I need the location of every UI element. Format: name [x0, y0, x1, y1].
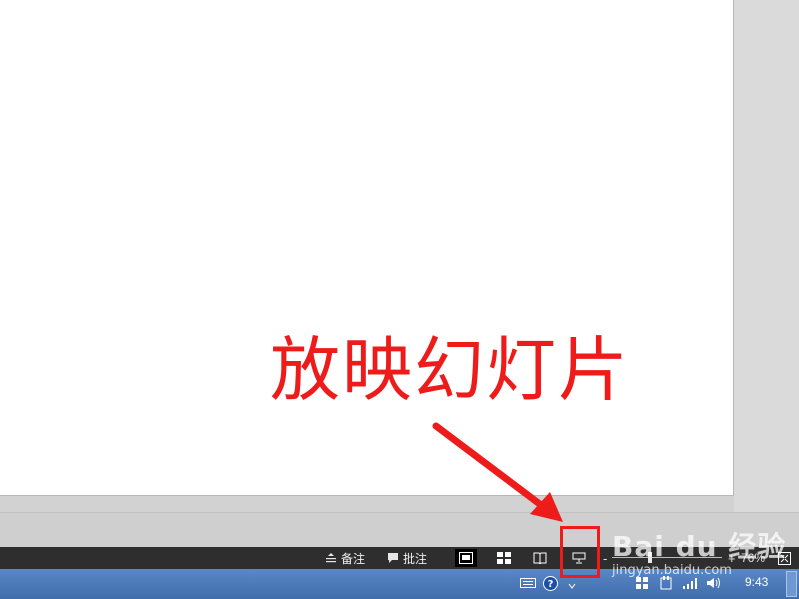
- slide-workspace: [0, 0, 799, 548]
- slide-sorter-view-button[interactable]: [493, 549, 515, 567]
- power-icon[interactable]: [658, 576, 674, 590]
- watermark-main: Bai du 经验: [612, 530, 787, 563]
- network-icon[interactable]: [682, 576, 698, 590]
- help-icon[interactable]: ?: [542, 575, 558, 591]
- zoom-out-button[interactable]: -: [603, 547, 607, 569]
- show-desktop-button[interactable]: [786, 571, 797, 597]
- reading-view-button[interactable]: [529, 549, 551, 567]
- baidu-watermark: Bai du 经验 jingyan.baidu.com: [612, 525, 786, 578]
- notes-icon: [326, 553, 336, 563]
- slide-canvas[interactable]: [0, 0, 734, 496]
- comments-icon: [388, 553, 398, 563]
- keyboard-icon[interactable]: [520, 576, 536, 590]
- expand-arrow-icon[interactable]: [564, 579, 580, 593]
- volume-icon[interactable]: [706, 576, 722, 590]
- reading-view-icon: [533, 552, 547, 564]
- flag-icon[interactable]: [634, 576, 650, 590]
- slide-sorter-icon: [497, 552, 511, 564]
- annotation-label: 放映幻灯片: [270, 329, 630, 411]
- normal-view-button[interactable]: [455, 549, 477, 567]
- notes-label: 备注: [341, 551, 366, 566]
- annotation-highlight-box: [560, 526, 600, 578]
- comments-button[interactable]: 批注: [387, 547, 427, 569]
- notes-button[interactable]: 备注: [325, 547, 365, 569]
- watermark-sub: jingyan.baidu.com: [612, 563, 732, 578]
- workspace-right-gutter: [734, 0, 799, 512]
- svg-text:?: ?: [547, 579, 553, 590]
- comments-label: 批注: [403, 551, 428, 566]
- normal-view-icon: [459, 552, 473, 564]
